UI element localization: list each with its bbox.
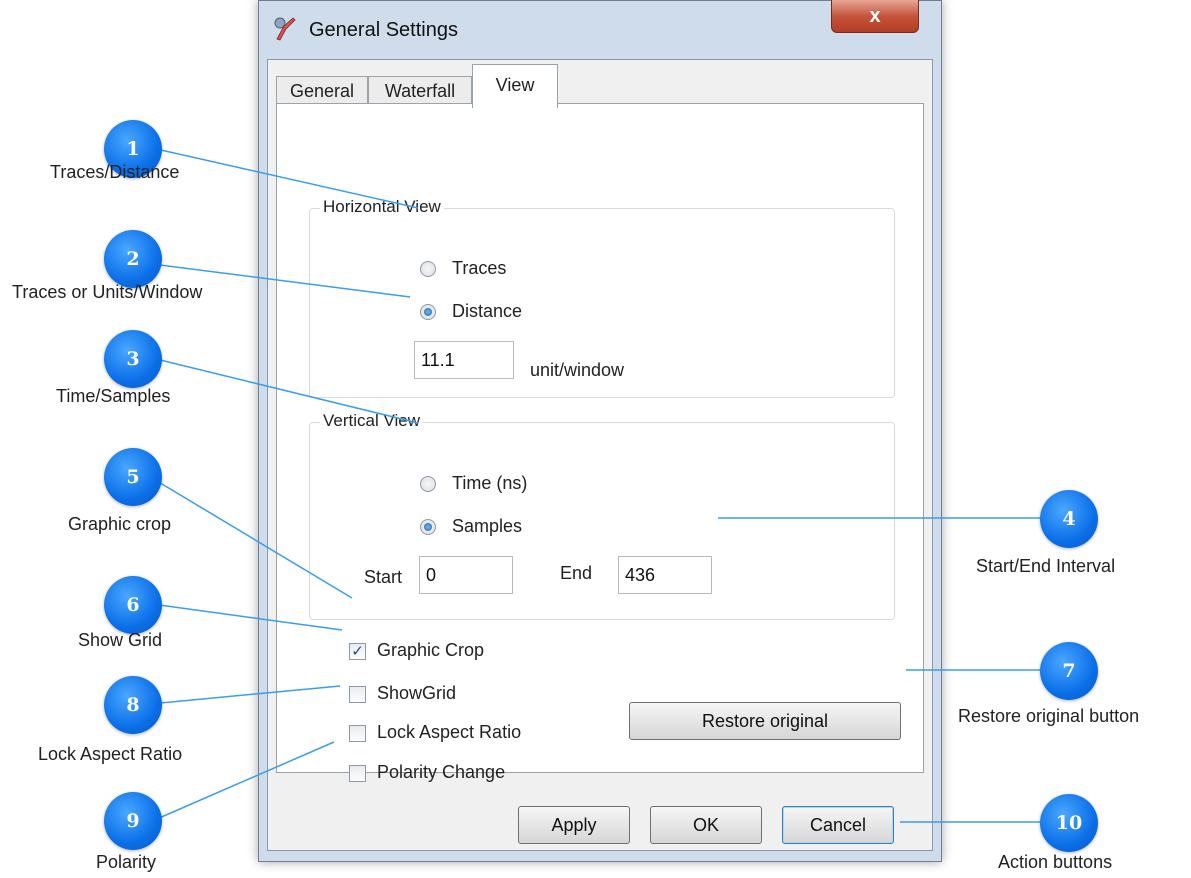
annotation-label-2: Traces or Units/Window	[12, 282, 203, 302]
annotation-marker-9: 9	[104, 792, 162, 850]
callout-line-8	[149, 685, 341, 705]
annotation-label-3: Time/Samples	[56, 386, 171, 406]
callout-line-6	[151, 603, 343, 631]
annotation-marker-6: 6	[104, 576, 162, 634]
annotation-marker-3: 3	[104, 330, 162, 388]
tab-view[interactable]: View	[472, 64, 558, 108]
callout-line-5	[151, 477, 353, 599]
annotation-label-6: Show Grid	[78, 630, 163, 650]
annotation-marker-8: 8	[104, 676, 162, 734]
annotation-label-7: Restore original button	[958, 706, 1140, 726]
annotation-label-4: Start/End Interval	[976, 556, 1116, 576]
annotation-marker-7: 7	[1040, 642, 1098, 700]
annotation-label-9: Polarity	[96, 852, 157, 872]
annotation-marker-10: 10	[1040, 794, 1098, 852]
annotation-label-5: Graphic crop	[68, 514, 172, 534]
annotation-marker-5: 5	[104, 448, 162, 506]
annotation-label-8: Lock Aspect Ratio	[38, 744, 183, 764]
callout-line-1	[151, 147, 419, 209]
annotation-marker-2: 2	[104, 230, 162, 288]
annotation-marker-4: 4	[1040, 490, 1098, 548]
annotation-label-10: Action buttons	[998, 852, 1113, 872]
callout-line-3	[151, 357, 419, 424]
annotation-label-1: Traces/Distance	[50, 162, 180, 182]
